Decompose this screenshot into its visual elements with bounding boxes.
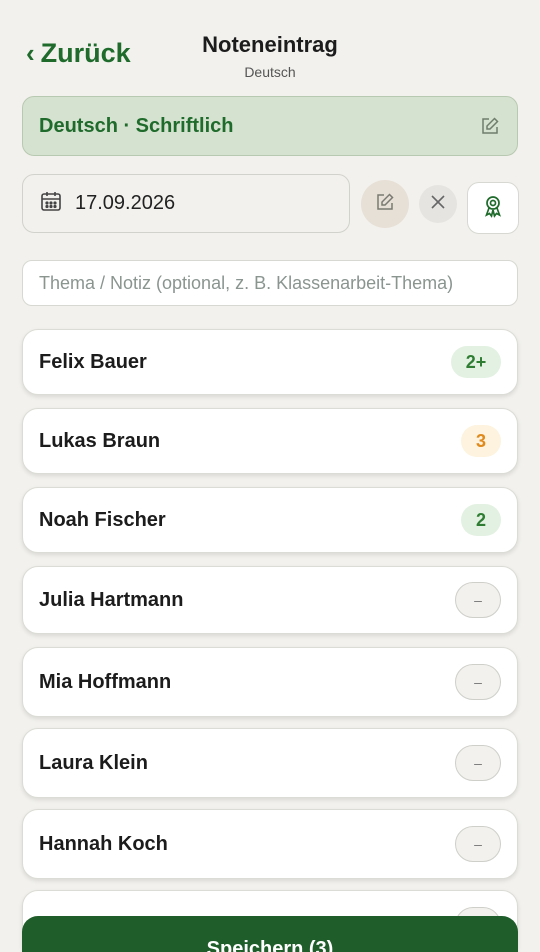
student-name: Lukas Braun [39, 429, 161, 452]
student-row[interactable]: Felix Bauer 2+ [22, 329, 518, 395]
subject-card: Deutsch · Schriftlich [22, 96, 518, 156]
student-name: Hannah Koch [39, 832, 168, 855]
date-value: 17.09.2026 [75, 192, 176, 214]
award-icon [482, 194, 504, 223]
save-button[interactable]: Speichern (3) [22, 916, 518, 952]
edit-date-button[interactable] [361, 180, 409, 228]
student-row[interactable]: Noah Fischer 2 [22, 487, 518, 553]
edit-icon [375, 192, 395, 217]
grade-empty-badge[interactable]: – [455, 745, 501, 781]
student-row[interactable]: Lukas Braun 3 [22, 408, 518, 474]
student-name: Laura Klein [39, 751, 148, 774]
calendar-icon [39, 189, 63, 218]
student-row[interactable]: Mia Hoffmann – [22, 647, 518, 717]
grade-empty-badge[interactable]: – [455, 582, 501, 618]
grade-empty-badge[interactable]: – [455, 826, 501, 862]
page-title: Noteneintrag [202, 32, 338, 57]
header: ‹ Zurück Noteneintrag Deutsch [0, 0, 540, 90]
date-field[interactable]: 17.09.2026 [22, 174, 350, 233]
grade-empty-badge[interactable]: – [455, 664, 501, 700]
close-icon [430, 194, 446, 215]
topic-input[interactable] [22, 260, 518, 306]
grade-badge[interactable]: 3 [461, 425, 501, 457]
page-subtitle: Deutsch [244, 64, 296, 80]
student-name: Noah Fischer [39, 508, 166, 531]
student-row[interactable]: Hannah Koch – [22, 809, 518, 879]
save-button-label: Speichern (3) [206, 938, 334, 952]
title-block: Noteneintrag Deutsch [0, 32, 540, 80]
student-name: Julia Hartmann [39, 588, 184, 611]
grade-badge[interactable]: 2+ [451, 346, 501, 378]
student-name: Felix Bauer [39, 350, 147, 373]
clear-date-button[interactable] [419, 185, 457, 223]
grade-badge[interactable]: 2 [461, 504, 501, 536]
edit-subject-icon[interactable] [479, 115, 501, 137]
grade-entry-screen: ‹ Zurück Noteneintrag Deutsch Deutsch · … [0, 0, 540, 952]
subject-label: Deutsch · Schriftlich [39, 114, 234, 137]
student-row[interactable]: Laura Klein – [22, 728, 518, 798]
student-row[interactable]: Julia Hartmann – [22, 566, 518, 634]
award-button[interactable] [467, 182, 519, 234]
student-name: Mia Hoffmann [39, 670, 172, 693]
